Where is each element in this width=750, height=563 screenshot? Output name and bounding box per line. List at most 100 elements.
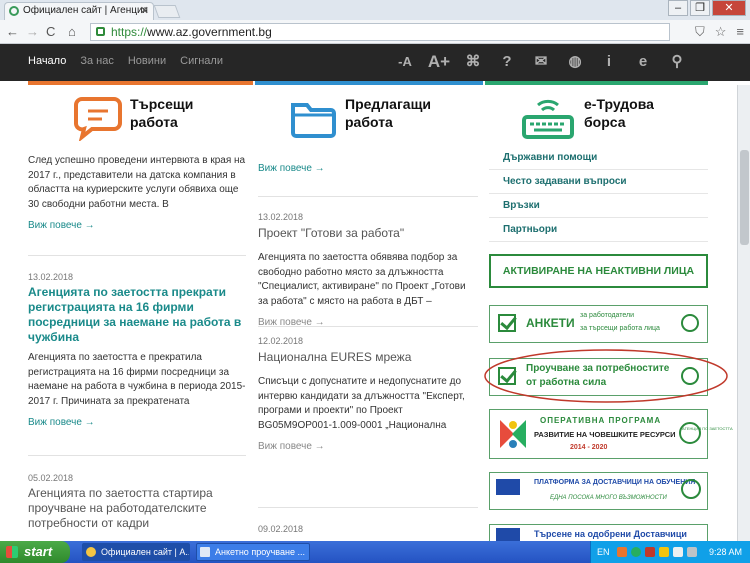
- taskbar-item-survey[interactable]: Анкетно проучване ...: [196, 543, 310, 561]
- sidebar-item-links[interactable]: Връзки: [489, 194, 708, 218]
- divider: [28, 255, 246, 256]
- news-item: 09.02.2018: [258, 524, 478, 534]
- info-icon[interactable]: i: [592, 50, 626, 74]
- lock-icon: [96, 27, 105, 36]
- sidebar-item-faq[interactable]: Често задавани въпроси: [489, 170, 708, 194]
- home-icon[interactable]: ⌂: [68, 24, 76, 39]
- increase-font-icon[interactable]: A+: [422, 50, 456, 74]
- hero-job-seekers[interactable]: Търсещи работа: [74, 95, 240, 141]
- clock[interactable]: 9:28 AM: [709, 541, 742, 563]
- start-button[interactable]: start: [0, 541, 70, 563]
- bookmark-star-icon[interactable]: ☆: [715, 24, 727, 40]
- nav-signals[interactable]: Сигнали: [180, 55, 223, 67]
- browser-tab[interactable]: Официален сайт | Агенция ✕: [4, 2, 154, 20]
- tab-title: Официален сайт | Агенция: [23, 5, 148, 16]
- tray-app-icon[interactable]: [617, 547, 627, 557]
- banner-platform-title: ПЛАТФОРМА ЗА ДОСТАВЧИЦИ НА ОБУЧЕНИЯ: [534, 479, 696, 486]
- news-excerpt: Агенцията по заетостта е прекратила реги…: [28, 352, 246, 407]
- back-arrow-icon[interactable]: ←: [6, 24, 19, 39]
- news-title-link[interactable]: Проект "Готови за работа": [258, 226, 478, 241]
- read-more-link[interactable]: Виж повече →: [28, 220, 246, 231]
- sidebar-links: Държавни помощи Често задавани въпроси В…: [489, 146, 708, 242]
- hero-section: Търсещи работа Предлагащи работа е-Трудо…: [0, 85, 750, 150]
- banner-surveys[interactable]: АНКЕТИ за работодатели за търсещи работа…: [489, 305, 708, 343]
- close-window-button[interactable]: ✕: [712, 0, 746, 16]
- divider: [258, 326, 478, 327]
- mail-icon[interactable]: ✉: [524, 50, 558, 74]
- language-indicator[interactable]: EN: [597, 541, 610, 563]
- forward-arrow-icon[interactable]: →: [26, 24, 39, 39]
- url-host: www.az.government.bg: [147, 25, 272, 39]
- divider: [28, 455, 246, 456]
- banner-training-platform[interactable]: ПЛАТФОРМА ЗА ДОСТАВЧИЦИ НА ОБУЧЕНИЯ ЕДНА…: [489, 472, 708, 510]
- url-scheme: https://: [111, 25, 148, 39]
- divider: [258, 507, 478, 508]
- window-controls: – ❐ ✕: [668, 0, 746, 18]
- read-more-link[interactable]: Виж повече →: [28, 417, 246, 428]
- site-navigation: Начало За нас Новини Сигнали -A A+ ⌘ ? ✉…: [0, 44, 750, 81]
- e-services-icon[interactable]: e: [626, 50, 660, 74]
- tab-close-icon[interactable]: ✕: [140, 3, 149, 19]
- banner-search-providers-label: Търсене на одобрени Доставчици: [534, 529, 687, 539]
- hero-e-exchange-label: е-Трудова борса: [584, 96, 654, 130]
- hero-e-exchange[interactable]: е-Трудова борса: [520, 95, 694, 141]
- hero-job-seekers-label: Търсещи работа: [130, 96, 194, 130]
- new-tab-button[interactable]: [153, 5, 181, 18]
- banner-surveys-title: АНКЕТИ: [526, 316, 575, 330]
- speech-bubble-icon: [74, 97, 122, 141]
- banner-platform-sub: ЕДНА ПОСОКА МНОГО ВЪЗМОЖНОСТИ: [550, 495, 667, 501]
- scrollbar-thumb[interactable]: [740, 150, 749, 245]
- tray-volume-icon[interactable]: [673, 547, 683, 557]
- news-date: 13.02.2018: [258, 212, 304, 222]
- news-title-link[interactable]: Агенцията по заетостта прекрати регистра…: [28, 285, 246, 345]
- reload-icon[interactable]: C: [46, 24, 55, 39]
- decrease-font-icon[interactable]: -A: [388, 50, 422, 74]
- news-date: 12.02.2018: [258, 336, 304, 346]
- banner-opr-title: ОПЕРАТИВНА ПРОГРАМА: [540, 416, 662, 425]
- banner-surveys-sub2: за търсещи работа лица: [580, 325, 660, 332]
- banner-surveys-sub1: за работодатели: [580, 312, 635, 319]
- banner-opr[interactable]: ОПЕРАТИВНА ПРОГРАМА РАЗВИТИЕ НА ЧОВЕШКИТ…: [489, 409, 733, 459]
- shield-extension-icon[interactable]: ⛉: [695, 24, 705, 40]
- tray-icons: [617, 547, 707, 557]
- middle-news-column: Виж повече →: [258, 163, 478, 174]
- news-date: 13.02.2018: [28, 272, 74, 282]
- hero-offering-jobs[interactable]: Предлагащи работа: [289, 95, 455, 141]
- tray-network-icon[interactable]: [687, 547, 697, 557]
- tray-app-icon[interactable]: [645, 547, 655, 557]
- news-title-link[interactable]: Агенцията по заетостта стартира проучван…: [28, 486, 246, 531]
- sidebar-item-partners[interactable]: Партньори: [489, 218, 708, 242]
- maximize-button[interactable]: ❐: [690, 0, 710, 16]
- tray-app-icon[interactable]: [631, 547, 641, 557]
- tray-app-icon[interactable]: [659, 547, 669, 557]
- minimize-button[interactable]: –: [668, 0, 688, 16]
- nav-about[interactable]: За нас: [80, 55, 114, 67]
- taskbar-item-browser-label: Официален сайт | А...: [101, 547, 190, 557]
- sitemap-icon[interactable]: ⌘: [456, 50, 490, 74]
- read-more-link[interactable]: Виж повече →: [258, 441, 478, 452]
- taskbar-item-browser[interactable]: Официален сайт | А...: [82, 543, 190, 561]
- nav-home[interactable]: Начало: [28, 55, 66, 67]
- checkbox-icon: [498, 314, 516, 332]
- search-icon[interactable]: ⚲: [660, 50, 694, 74]
- agency-logo-icon: [679, 422, 701, 444]
- news-item: 13.02.2018 Проект "Готови за работа" Аге…: [258, 212, 478, 328]
- help-icon[interactable]: ?: [490, 50, 524, 74]
- eu-flag-icon: [496, 479, 520, 495]
- document-icon: [200, 547, 210, 557]
- news-excerpt: Списъци с допуснатите и недопуснатите до…: [258, 376, 465, 431]
- menu-icon[interactable]: ≡: [736, 24, 744, 40]
- page-scrollbar[interactable]: [737, 85, 750, 541]
- nav-news[interactable]: Новини: [128, 55, 166, 67]
- globe-icon[interactable]: ◍: [558, 50, 592, 74]
- site-favicon-icon: [9, 6, 19, 16]
- address-toolbar: ← → C ⌂ https://www.az.government.bg ⛉ ☆…: [0, 20, 750, 44]
- news-title-link[interactable]: Национална EURES мрежа: [258, 350, 478, 365]
- system-tray: EN 9:28 AM: [590, 541, 750, 563]
- sidebar-item-state-aid[interactable]: Държавни помощи: [489, 146, 708, 170]
- read-more-link[interactable]: Виж повече →: [258, 163, 478, 174]
- browser-extensions: ⛉ ☆ ≡: [695, 24, 744, 40]
- folder-icon: [291, 103, 336, 138]
- url-field[interactable]: https://www.az.government.bg: [90, 23, 670, 41]
- banner-activation[interactable]: АКТИВИРАНЕ НА НЕАКТИВНИ ЛИЦА: [489, 254, 708, 288]
